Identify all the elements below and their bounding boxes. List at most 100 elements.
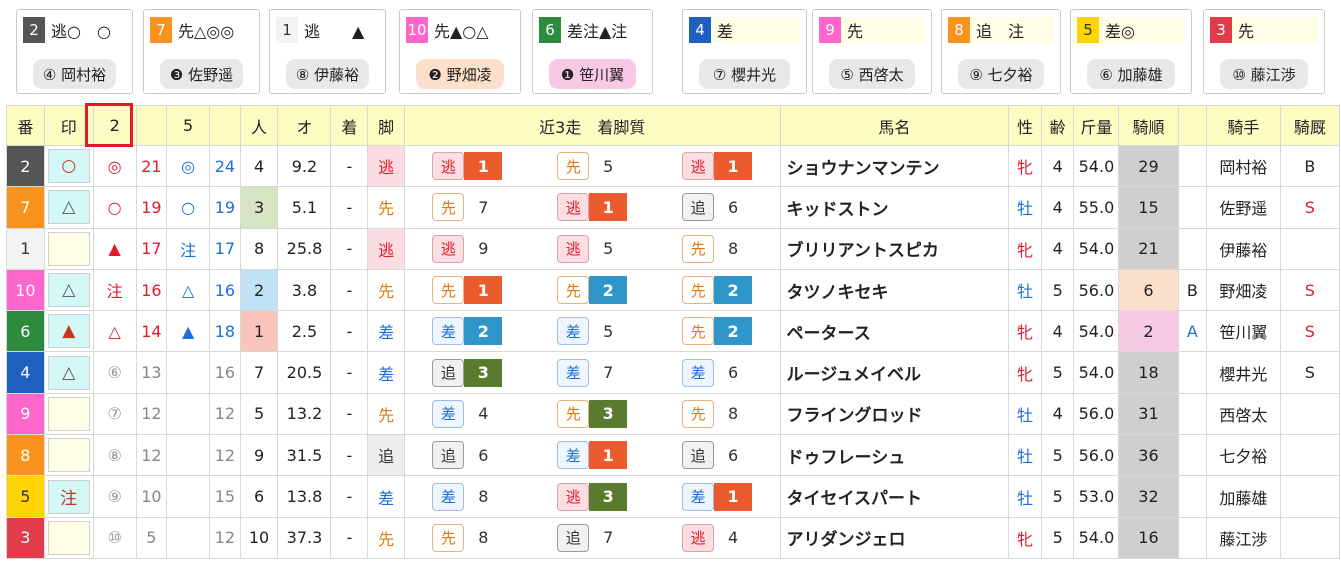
recent-race[interactable]: 差7 <box>557 358 627 387</box>
card-jockey-pill[interactable]: ⑥ 加藤雄 <box>1087 59 1175 89</box>
horse-name[interactable]: ブリリアントスピカ <box>779 227 1010 270</box>
prediction-card[interactable]: 1逃 ▲ ⑧ 伊藤裕 <box>269 9 386 94</box>
recent-race[interactable]: 先7 <box>432 193 502 222</box>
mark-value[interactable] <box>47 438 90 473</box>
jockey-name[interactable]: 西啓太 <box>1206 392 1281 436</box>
card-jockey-pill[interactable]: ❶ 笹川翼 <box>549 59 636 89</box>
recent-race[interactable]: 逃5 <box>557 234 627 263</box>
horse-name[interactable]: アリダンジェロ <box>779 516 1010 559</box>
mark-value[interactable]: ▲ <box>47 314 90 349</box>
horse-row[interactable]: 5 注 ⑨ 10 15 6 13.8- 差差 8 逃 3 差 1 タイセイスパート牡 5 53.0 32 加藤雄 <box>6 475 1341 518</box>
recent-race[interactable]: 先2 <box>682 276 753 305</box>
mark-cell[interactable]: △ <box>43 351 94 394</box>
mark-cell[interactable] <box>43 392 94 436</box>
horse-row[interactable]: 7 △ ○ 19 ○ 19 3 5.1- 先先 7 逃 1 追 6 キッドストン牡 4 55.0 15 佐野遥 S <box>6 186 1341 229</box>
horse-row[interactable]: 6 ▲ △ 14 ▲ 18 1 2.5- 差差 2 差 5 先 2 ペータース牝 4 54.0 2 A 笹川翼 S <box>6 310 1341 353</box>
recent-race[interactable]: 先2 <box>682 317 753 346</box>
mark-cell[interactable]: ▲ <box>43 310 94 353</box>
horse-name[interactable]: キッドストン <box>779 186 1010 229</box>
jockey-name[interactable]: 岡村裕 <box>1206 144 1281 188</box>
horse-row[interactable]: 2 ○ ◎ 21 ◎ 24 4 9.2- 逃逃 1 先 5 逃 1 ショウナンマンテン牝 4 54.0 29 岡村裕… <box>6 144 1341 188</box>
mark-value[interactable]: △ <box>47 355 90 390</box>
mark-value[interactable] <box>47 396 90 431</box>
jockey-name[interactable]: 加藤雄 <box>1206 475 1281 518</box>
prediction-card[interactable]: 4差 ⑦ 櫻井光 <box>682 9 807 94</box>
header-kyaku[interactable]: 脚 <box>367 105 405 146</box>
horse-name[interactable]: ドゥフレーシュ <box>779 434 1010 477</box>
header-shirushi[interactable]: 印 <box>43 105 94 146</box>
recent-race[interactable]: 差5 <box>557 317 627 346</box>
horse-name[interactable]: ショウナンマンテン <box>779 144 1010 188</box>
header-age[interactable]: 齢 <box>1040 105 1075 146</box>
horse-row[interactable]: 1 ▲ 17 注 17 8 25.8- 逃逃 9 逃 5 先 8 ブリリアントスピカ牝 4 54.0 21 伊藤裕 <box>6 227 1341 270</box>
horse-row[interactable]: 8 ⑧ 12 12 9 31.5- 追追 6 差 1 追 6 ドゥフレーシュ牡 5 56.0 36 七夕裕 <box>6 434 1341 477</box>
jockey-name[interactable]: 七夕裕 <box>1206 434 1281 477</box>
prediction-card[interactable]: 10 先▲○△ ❷ 野畑凌 <box>399 9 521 94</box>
card-jockey-pill[interactable]: ⑧ 伊藤裕 <box>286 59 369 89</box>
recent-race[interactable]: 差1 <box>557 441 628 470</box>
recent-race[interactable]: 先8 <box>432 523 502 552</box>
recent-race[interactable]: 追3 <box>432 358 503 387</box>
header-stable[interactable]: 騎厩 <box>1279 105 1341 146</box>
header-weight[interactable]: 斤量 <box>1073 105 1120 146</box>
header-jockey[interactable]: 騎手 <box>1206 105 1281 146</box>
recent-race[interactable]: 差1 <box>682 482 753 511</box>
horse-row[interactable]: 3 ⑩ 5 12 10 37.3- 先先 8 追 7 逃 4 アリダンジェロ牝 5 54.0 16 藤江渉 <box>6 516 1341 559</box>
recent-race[interactable]: 逃1 <box>682 152 753 181</box>
jockey-name[interactable]: 藤江渉 <box>1206 516 1281 559</box>
mark-value[interactable] <box>47 520 90 555</box>
header-order[interactable]: 騎順 <box>1118 105 1179 146</box>
card-jockey-pill[interactable]: ⑦ 櫻井光 <box>699 59 790 89</box>
recent-race[interactable]: 差8 <box>432 482 502 511</box>
prediction-card[interactable]: 5 差◎ ⑥ 加藤雄 <box>1070 9 1192 94</box>
recent-race[interactable]: 差2 <box>432 317 503 346</box>
recent-race[interactable]: 逃9 <box>432 234 502 263</box>
recent-race[interactable]: 逃3 <box>557 482 628 511</box>
mark-cell[interactable]: ○ <box>43 144 94 188</box>
card-jockey-pill[interactable]: ⑤ 西啓太 <box>829 59 915 89</box>
card-jockey-pill[interactable]: ❸ 佐野遥 <box>160 59 243 89</box>
card-jockey-pill[interactable]: ⑩ 藤江渉 <box>1220 59 1308 89</box>
card-jockey-pill[interactable]: ④ 岡村裕 <box>33 59 116 89</box>
mark-cell[interactable]: 注 <box>43 475 94 518</box>
mark-value[interactable]: △ <box>47 190 90 225</box>
recent-race[interactable]: 追6 <box>432 441 502 470</box>
recent-race[interactable]: 先5 <box>557 152 627 181</box>
horse-row[interactable]: 10 △ 注 16 △ 16 2 3.8- 先先 1 先 2 先 2 タツノキセキ牡 5 56.0 6 B 野畑凌 S <box>6 268 1341 312</box>
recent-race[interactable]: 追6 <box>682 193 752 222</box>
header-ninki[interactable]: 人 <box>239 105 279 146</box>
jockey-name[interactable]: 笹川翼 <box>1206 310 1281 353</box>
horse-name[interactable]: フライングロッド <box>779 392 1010 436</box>
horse-name[interactable]: ルージュメイベル <box>779 351 1010 394</box>
header-col-5[interactable]: 5 <box>166 105 211 146</box>
card-jockey-pill[interactable]: ❷ 野畑凌 <box>416 59 504 89</box>
prediction-card[interactable]: 3先 ⑩ 藤江渉 <box>1203 9 1325 94</box>
recent-race[interactable]: 逃1 <box>432 152 503 181</box>
prediction-card[interactable]: 8追 注 ⑨ 七夕裕 <box>941 9 1061 94</box>
mark-value[interactable]: △ <box>47 273 90 308</box>
card-jockey-pill[interactable]: ⑨ 七夕裕 <box>958 59 1044 89</box>
jockey-name[interactable]: 櫻井光 <box>1206 351 1281 394</box>
header-ban[interactable]: 番 <box>6 105 45 146</box>
horse-name[interactable]: タツノキセキ <box>779 268 1010 312</box>
mark-value[interactable]: 注 <box>47 479 90 514</box>
prediction-card[interactable]: 6 差注▲注 ❶ 笹川翼 <box>532 9 653 94</box>
recent-race[interactable]: 逃1 <box>557 193 628 222</box>
recent-race[interactable]: 差6 <box>682 358 752 387</box>
prediction-card[interactable]: 2 逃○ ○ ④ 岡村裕 <box>16 9 133 94</box>
recent-race[interactable]: 追6 <box>682 441 752 470</box>
recent-race[interactable]: 先2 <box>557 276 628 305</box>
header-name[interactable]: 馬名 <box>779 105 1010 146</box>
recent-race[interactable]: 逃4 <box>682 523 752 552</box>
mark-value[interactable]: ○ <box>47 149 90 184</box>
header-col-2[interactable]: 2 <box>92 105 137 146</box>
recent-race[interactable]: 先1 <box>432 276 503 305</box>
jockey-name[interactable]: 佐野遥 <box>1206 186 1281 229</box>
jockey-name[interactable]: 伊藤裕 <box>1206 227 1281 270</box>
horse-name[interactable]: タイセイスパート <box>779 475 1010 518</box>
recent-race[interactable]: 先8 <box>682 399 752 428</box>
recent-race[interactable]: 追7 <box>557 523 627 552</box>
header-odds[interactable]: オ <box>277 105 332 146</box>
mark-cell[interactable]: △ <box>43 186 94 229</box>
mark-value[interactable] <box>47 231 90 266</box>
